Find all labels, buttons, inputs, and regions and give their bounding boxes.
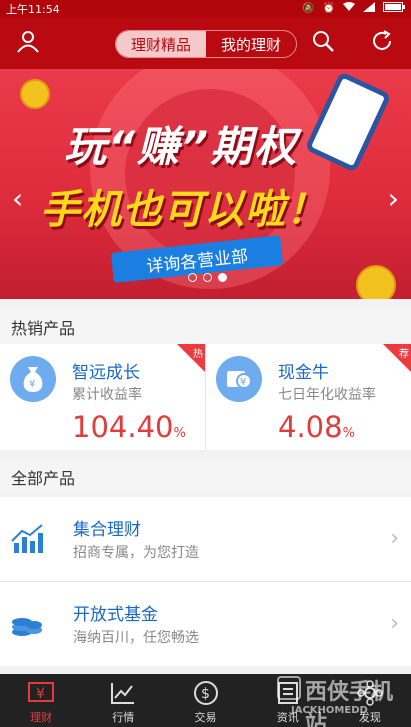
mute-icon: 🔕 — [302, 2, 315, 14]
refresh-button[interactable] — [366, 27, 398, 59]
cash-icon: ¥ — [216, 356, 262, 402]
hot-product-rate: 4.08% — [278, 410, 355, 444]
banner-next-arrow[interactable]: › — [388, 182, 399, 215]
search-icon — [311, 29, 335, 57]
all-section-title: 全部产品 — [0, 460, 411, 494]
tab-featured-products[interactable]: 理财精品 — [116, 31, 206, 57]
tab-label: 行情 — [112, 711, 135, 724]
hot-product-name: 现金牛 — [278, 363, 329, 383]
svg-text:¥: ¥ — [240, 377, 246, 388]
carousel-dot[interactable] — [188, 273, 197, 282]
tab-trade[interactable]: $ 交易 — [164, 674, 246, 727]
watermark-text: 西侠手机站 — [305, 680, 394, 727]
carousel-dot-active[interactable] — [218, 273, 227, 282]
product-desc: 海纳百川，任您畅选 — [73, 630, 199, 646]
status-bar: 上午11:54 🔕 ⏰ — [0, 0, 411, 17]
tab-label: 理财 — [30, 711, 53, 724]
banner-title: 玩“赚”期权 — [64, 122, 299, 171]
chevron-right-icon: › — [390, 526, 399, 551]
top-nav-bar: 理财精品 我的理财 — [0, 17, 411, 69]
chart-line-icon — [109, 680, 137, 706]
refresh-icon — [370, 29, 394, 57]
battery-icon — [383, 2, 405, 15]
svg-text:¥: ¥ — [29, 379, 35, 390]
tab-label: 交易 — [194, 711, 217, 724]
profile-button[interactable] — [12, 27, 44, 59]
tab-finance[interactable]: ¥ 理财 — [0, 674, 82, 727]
banner-subtitle: 手机也可以啦！ — [40, 187, 327, 233]
product-list-item[interactable]: 开放式基金 海纳百川，任您畅选 › — [0, 582, 411, 666]
tab-market[interactable]: 行情 — [82, 674, 164, 727]
hot-product-desc: 累计收益率 — [72, 387, 142, 403]
chevron-right-icon: › — [390, 611, 399, 636]
coin-icon — [20, 79, 50, 109]
watermark-logo-icon — [277, 676, 301, 700]
hot-product-name: 智远成长 — [72, 363, 140, 383]
product-segment-control: 理财精品 我的理财 — [115, 30, 297, 58]
bar-chart-icon — [10, 521, 44, 555]
status-time: 上午11:54 — [6, 2, 60, 16]
coin-icon — [356, 265, 396, 299]
user-icon — [16, 29, 40, 57]
recommend-badge-label: 荐 — [399, 349, 409, 360]
product-desc: 招商专属，为您打造 — [73, 545, 199, 561]
hot-product-rate: 104.40% — [72, 410, 186, 444]
product-title: 开放式基金 — [73, 605, 158, 625]
hot-badge-label: 热 — [193, 349, 203, 360]
svg-text:¥: ¥ — [36, 686, 45, 702]
product-list-item[interactable]: 集合理财 招商专属，为您打造 › — [0, 497, 411, 581]
dollar-icon: $ — [192, 680, 220, 706]
signal-icon — [363, 2, 375, 15]
yen-icon: ¥ — [27, 680, 55, 706]
carousel-dot[interactable] — [203, 273, 212, 282]
hot-products-row: ¥ 智远成长 累计收益率 104.40% 热 ¥ 现金牛 七日年化收益率 4.0… — [0, 344, 411, 450]
hot-product-desc: 七日年化收益率 — [278, 387, 376, 403]
hot-product-card[interactable]: ¥ 智远成长 累计收益率 104.40% 热 — [0, 344, 205, 450]
watermark: 西侠手机站 JACKHOMEDD — [275, 672, 411, 727]
alarm-icon: ⏰ — [322, 2, 335, 14]
promo-banner[interactable]: 玩“赚”期权 手机也可以啦！ 详询各营业部 ‹ › — [0, 69, 411, 299]
hot-section-title: 热销产品 — [0, 310, 411, 344]
money-bag-icon: ¥ — [10, 356, 56, 402]
tab-my-products[interactable]: 我的理财 — [206, 31, 296, 57]
product-title: 集合理财 — [73, 520, 141, 540]
hot-product-card[interactable]: ¥ 现金牛 七日年化收益率 4.08% 荐 — [205, 344, 411, 450]
wifi-icon — [343, 2, 355, 15]
coins-icon — [10, 606, 44, 640]
carousel-dots — [188, 273, 227, 282]
search-button[interactable] — [307, 27, 339, 59]
svg-text:$: $ — [201, 686, 210, 702]
watermark-subtext: JACKHOMEDD — [291, 705, 368, 716]
banner-prev-arrow[interactable]: ‹ — [12, 182, 23, 215]
